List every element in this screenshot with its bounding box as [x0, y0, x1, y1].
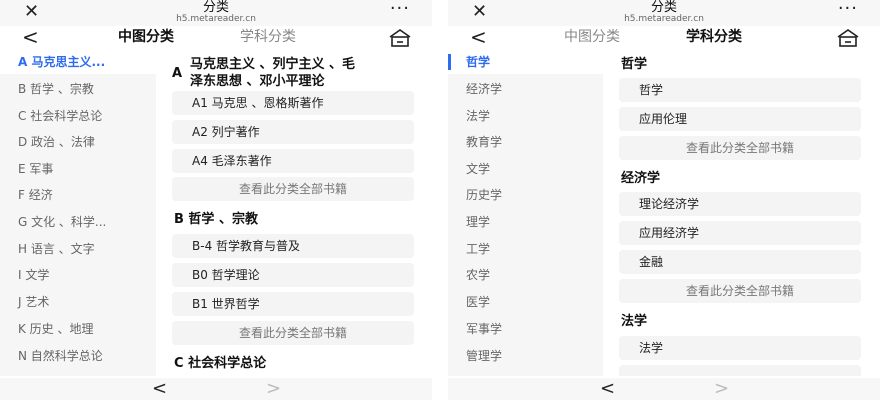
- category-item[interactable]: B1 世界哲学: [172, 292, 414, 316]
- view-all-button[interactable]: 查看此分类全部书籍: [172, 177, 414, 201]
- bottom-nav-bar: < >: [0, 378, 432, 400]
- sidebar-item-engineering[interactable]: 工学: [448, 237, 603, 261]
- back-icon[interactable]: <: [470, 26, 487, 48]
- next-icon[interactable]: >: [714, 378, 729, 400]
- sidebar-item-education[interactable]: 教育学: [448, 130, 603, 154]
- section-title-a-line2: 泽东思想 、邓小平理论: [190, 74, 325, 89]
- page-title: 分类: [650, 0, 677, 15]
- sidebar-item-g[interactable]: G 文化 、科学...: [0, 210, 156, 234]
- tab-clc[interactable]: 中图分类: [564, 28, 620, 46]
- home-icon[interactable]: [388, 29, 412, 47]
- more-icon[interactable]: ···: [838, 0, 858, 19]
- category-item[interactable]: B0 哲学理论: [172, 263, 414, 287]
- bottom-nav-bar: < >: [448, 378, 880, 400]
- prev-icon[interactable]: <: [152, 378, 167, 400]
- home-icon[interactable]: [836, 29, 860, 47]
- sidebar-item-n[interactable]: N 自然科学总论: [0, 344, 156, 368]
- browser-top-bar: ✕ 分类 h5.metareader.cn ···: [448, 0, 880, 26]
- sidebar-item-a[interactable]: A 马克思主义...: [0, 50, 156, 74]
- view-all-button[interactable]: 查看此分类全部书籍: [619, 279, 861, 303]
- tab-clc[interactable]: 中图分类: [118, 28, 174, 46]
- sidebar-item-b[interactable]: B 哲学 、宗教: [0, 77, 156, 101]
- right-screen: ✕ 分类 h5.metareader.cn ··· < 中图分类 学科分类 哲学…: [448, 0, 880, 400]
- sidebar-item-agriculture[interactable]: 农学: [448, 263, 603, 287]
- page-url: h5.metareader.cn: [176, 14, 256, 24]
- page-url: h5.metareader.cn: [624, 14, 704, 24]
- subject-item[interactable]: 应用伦理: [619, 107, 861, 131]
- left-screen: ✕ 分类 h5.metareader.cn ··· < 中图分类 学科分类 A …: [0, 0, 432, 400]
- active-indicator: [448, 54, 451, 70]
- subject-item[interactable]: 理论经济学: [619, 192, 861, 216]
- sidebar-item-h[interactable]: H 语言 、文字: [0, 237, 156, 261]
- sidebar-item-c[interactable]: C 社会科学总论: [0, 104, 156, 128]
- category-sidebar: A 马克思主义... B 哲学 、宗教 C 社会科学总论 D 政治 、法律 E …: [0, 50, 156, 376]
- subject-content: 哲学 哲学 应用伦理 查看此分类全部书籍 经济学 理论经济学 应用经济学 金融 …: [607, 50, 879, 376]
- sidebar-item-k[interactable]: K 历史 、地理: [0, 317, 156, 341]
- section-title-c: C 社会科学总论: [174, 356, 267, 371]
- sidebar-item-d[interactable]: D 政治 、法律: [0, 130, 156, 154]
- screen-divider: [432, 0, 448, 400]
- sidebar-item-literature[interactable]: 文学: [448, 157, 603, 181]
- category-item[interactable]: A2 列宁著作: [172, 120, 414, 144]
- category-item[interactable]: A1 马克思 、恩格斯著作: [172, 91, 414, 115]
- sidebar-item-science[interactable]: 理学: [448, 210, 603, 234]
- next-icon[interactable]: >: [266, 378, 281, 400]
- sidebar-item-economics[interactable]: 经济学: [448, 77, 603, 101]
- view-all-button[interactable]: 查看此分类全部书籍: [619, 136, 861, 160]
- sidebar-item-label: 哲学: [466, 55, 491, 69]
- sidebar-item-f[interactable]: F 经济: [0, 183, 156, 207]
- view-all-button[interactable]: 查看此分类全部书籍: [172, 321, 414, 345]
- tab-subject[interactable]: 学科分类: [686, 28, 742, 46]
- subject-item[interactable]: 哲学: [619, 78, 861, 102]
- prev-icon[interactable]: <: [600, 378, 615, 400]
- tab-subject[interactable]: 学科分类: [240, 28, 296, 46]
- page-title: 分类: [202, 0, 229, 15]
- sidebar-item-i[interactable]: I 文学: [0, 263, 156, 287]
- section-title-philosophy: 哲学: [621, 57, 648, 72]
- category-item[interactable]: B-4 哲学教育与普及: [172, 234, 414, 258]
- subject-item[interactable]: 金融: [619, 250, 861, 274]
- subject-sidebar: 哲学 经济学 法学 教育学 文学 历史学 理学 工学 农学 医学 军事学 管理学: [448, 50, 603, 376]
- section-letter: A: [172, 66, 183, 81]
- subject-item[interactable]: 法学: [619, 336, 861, 360]
- category-content: A 马克思主义 、列宁主义 、毛 泽东思想 、邓小平理论 A1 马克思 、恩格斯…: [160, 50, 432, 376]
- sidebar-item-e[interactable]: E 军事: [0, 157, 156, 181]
- back-icon[interactable]: <: [22, 26, 39, 48]
- section-title-economics: 经济学: [621, 171, 661, 186]
- sidebar-item-law[interactable]: 法学: [448, 104, 603, 128]
- sidebar-item-label: A 马克思主义...: [18, 55, 106, 69]
- subject-item[interactable]: 应用经济学: [619, 221, 861, 245]
- sidebar-item-medicine[interactable]: 医学: [448, 290, 603, 314]
- sidebar-item-military[interactable]: 军事学: [448, 317, 603, 341]
- category-item[interactable]: A4 毛泽东著作: [172, 149, 414, 173]
- sidebar-item-philosophy[interactable]: 哲学: [448, 50, 603, 74]
- nav-bar: < 中图分类 学科分类: [0, 26, 432, 50]
- nav-bar: < 中图分类 学科分类: [448, 26, 880, 50]
- sidebar-item-history[interactable]: 历史学: [448, 183, 603, 207]
- more-icon[interactable]: ···: [390, 0, 410, 19]
- subject-item[interactable]: [619, 365, 861, 376]
- section-title-law: 法学: [621, 314, 648, 329]
- section-title-a-line1: 马克思主义 、列宁主义 、毛: [190, 57, 356, 72]
- sidebar-item-j[interactable]: J 艺术: [0, 290, 156, 314]
- sidebar-item-management[interactable]: 管理学: [448, 344, 603, 368]
- browser-top-bar: ✕ 分类 h5.metareader.cn ···: [0, 0, 432, 26]
- section-title-b: B 哲学 、宗教: [174, 212, 258, 227]
